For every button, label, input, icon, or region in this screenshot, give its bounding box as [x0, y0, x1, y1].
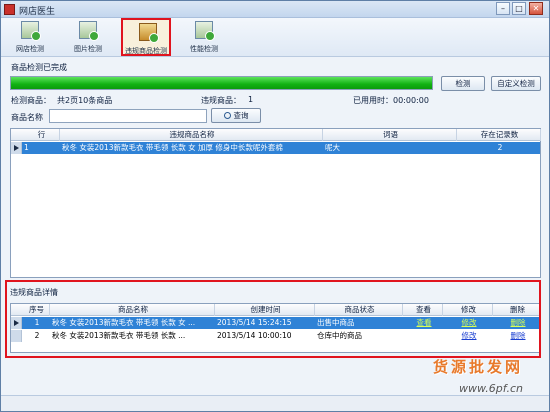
status-bar	[1, 395, 549, 411]
product-name: 秋冬 女装2013新款毛衣 带毛领 长款 女 ...	[52, 318, 196, 327]
tool-performance-check[interactable]: 性能检测	[179, 18, 229, 56]
delete-link[interactable]: 删除	[493, 317, 541, 329]
query-button[interactable]: 查询	[211, 108, 261, 123]
edit-link[interactable]: 修改	[443, 317, 493, 329]
progress-caption: 商品检测已完成	[11, 63, 67, 72]
column-header[interactable]: 存在记录数	[457, 129, 541, 141]
shop-check-icon	[21, 21, 41, 41]
minimize-button[interactable]: –	[496, 2, 510, 15]
column-header[interactable]: 行	[22, 129, 60, 141]
tool-violation-check[interactable]: 违规商品检测	[121, 18, 171, 56]
check-button[interactable]: 检测	[441, 76, 485, 91]
checked-count: 共2页10条商品	[57, 96, 113, 105]
search-label: 商品名称	[11, 113, 43, 122]
checked-label: 检测商品：	[11, 96, 51, 105]
row-index: 1	[34, 318, 40, 327]
close-button[interactable]: ✕	[529, 2, 543, 15]
product-status: 仓库中的商品	[317, 331, 362, 340]
column-header[interactable]: 词语	[323, 129, 457, 141]
product-status: 出售中商品	[317, 318, 355, 327]
app-window: 网店医生 – □ ✕ 网店检测 图片检测 违规商品检测 性能检测 商品检测已完成…	[0, 0, 550, 412]
progress-bar	[10, 76, 433, 90]
title-bar: 网店医生 – □ ✕	[1, 1, 549, 18]
performance-check-icon	[195, 21, 215, 41]
watermark-text: 货源批发网	[433, 358, 524, 376]
row-index: 2	[34, 331, 40, 340]
tool-image-check[interactable]: 图片检测	[63, 18, 113, 56]
toolbar: 网店检测 图片检测 违规商品检测 性能检测	[1, 18, 549, 57]
edit-link[interactable]: 修改	[443, 330, 493, 342]
grid-header: 行 违规商品名称 词语 存在记录数	[11, 129, 541, 141]
tool-label: 性能检测	[190, 45, 218, 53]
row-indicator	[11, 142, 22, 154]
row-indicator	[11, 317, 22, 329]
elapsed-time: 已用用时：00:00:00	[353, 96, 429, 105]
tool-label: 网店检测	[16, 45, 44, 53]
violations-count: 1	[248, 95, 254, 104]
created-time: 2013/5/14 15:24:15	[217, 318, 292, 327]
column-header[interactable]: 创建时间	[215, 304, 315, 316]
table-row[interactable]: 2 秋冬 女装2013新款毛衣 带毛领 长款 ... 2013/5/14 10:…	[11, 330, 540, 342]
violation-grid[interactable]: 行 违规商品名称 词语 存在记录数 1 秋冬 女装2013新款毛衣 带毛领 长款…	[10, 128, 541, 278]
violation-word: 呢大	[325, 143, 340, 152]
tool-shop-check[interactable]: 网店检测	[5, 18, 55, 56]
image-check-icon	[79, 21, 99, 41]
column-header[interactable]: 商品状态	[315, 304, 403, 316]
app-logo-icon	[4, 4, 15, 15]
tool-label: 违规商品检测	[125, 47, 167, 55]
product-name: 秋冬 女装2013新款毛衣 带毛领 长款 女 加厚 修身中长款呢外套棉	[62, 143, 283, 152]
search-icon	[223, 112, 231, 119]
row-index: 1	[24, 143, 29, 152]
column-header[interactable]: 序号	[22, 304, 50, 316]
view-link[interactable]	[403, 330, 443, 342]
tool-label: 图片检测	[74, 45, 102, 53]
table-row[interactable]: 1 秋冬 女装2013新款毛衣 带毛领 长款 女 加厚 修身中长款呢外套棉 呢大…	[11, 142, 540, 154]
grid-header: 序号 商品名称 创建时间 商品状态 查看 修改 删除	[11, 304, 541, 316]
window-title: 网店医生	[19, 7, 56, 17]
row-indicator	[11, 330, 22, 342]
product-name: 秋冬 女装2013新款毛衣 带毛领 长款 ...	[52, 331, 186, 340]
column-header[interactable]: 删除	[493, 304, 541, 316]
maximize-button[interactable]: □	[512, 2, 526, 15]
column-header[interactable]: 商品名称	[50, 304, 215, 316]
watermark-url: www.6pf.cn	[459, 382, 523, 395]
table-row[interactable]: 1 秋冬 女装2013新款毛衣 带毛领 长款 女 ... 2013/5/14 1…	[11, 317, 540, 329]
record-count: 2	[497, 143, 503, 152]
column-header[interactable]: 违规商品名称	[60, 129, 323, 141]
view-link[interactable]: 查看	[403, 317, 443, 329]
column-header[interactable]: 查看	[403, 304, 443, 316]
progress-fill	[11, 77, 432, 89]
detail-grid[interactable]: 序号 商品名称 创建时间 商品状态 查看 修改 删除 1 秋冬 女装2013新款…	[10, 303, 541, 353]
query-label: 查询	[233, 111, 249, 120]
violations-label: 违规商品：	[201, 96, 241, 105]
section-title: 违规商品详情	[10, 288, 58, 297]
delete-link[interactable]: 删除	[493, 330, 541, 342]
created-time: 2013/5/14 10:00:10	[217, 331, 292, 340]
column-header[interactable]: 修改	[443, 304, 493, 316]
search-input[interactable]	[49, 109, 207, 123]
violation-check-icon	[139, 23, 159, 43]
custom-check-button[interactable]: 自定义检测	[491, 76, 541, 91]
